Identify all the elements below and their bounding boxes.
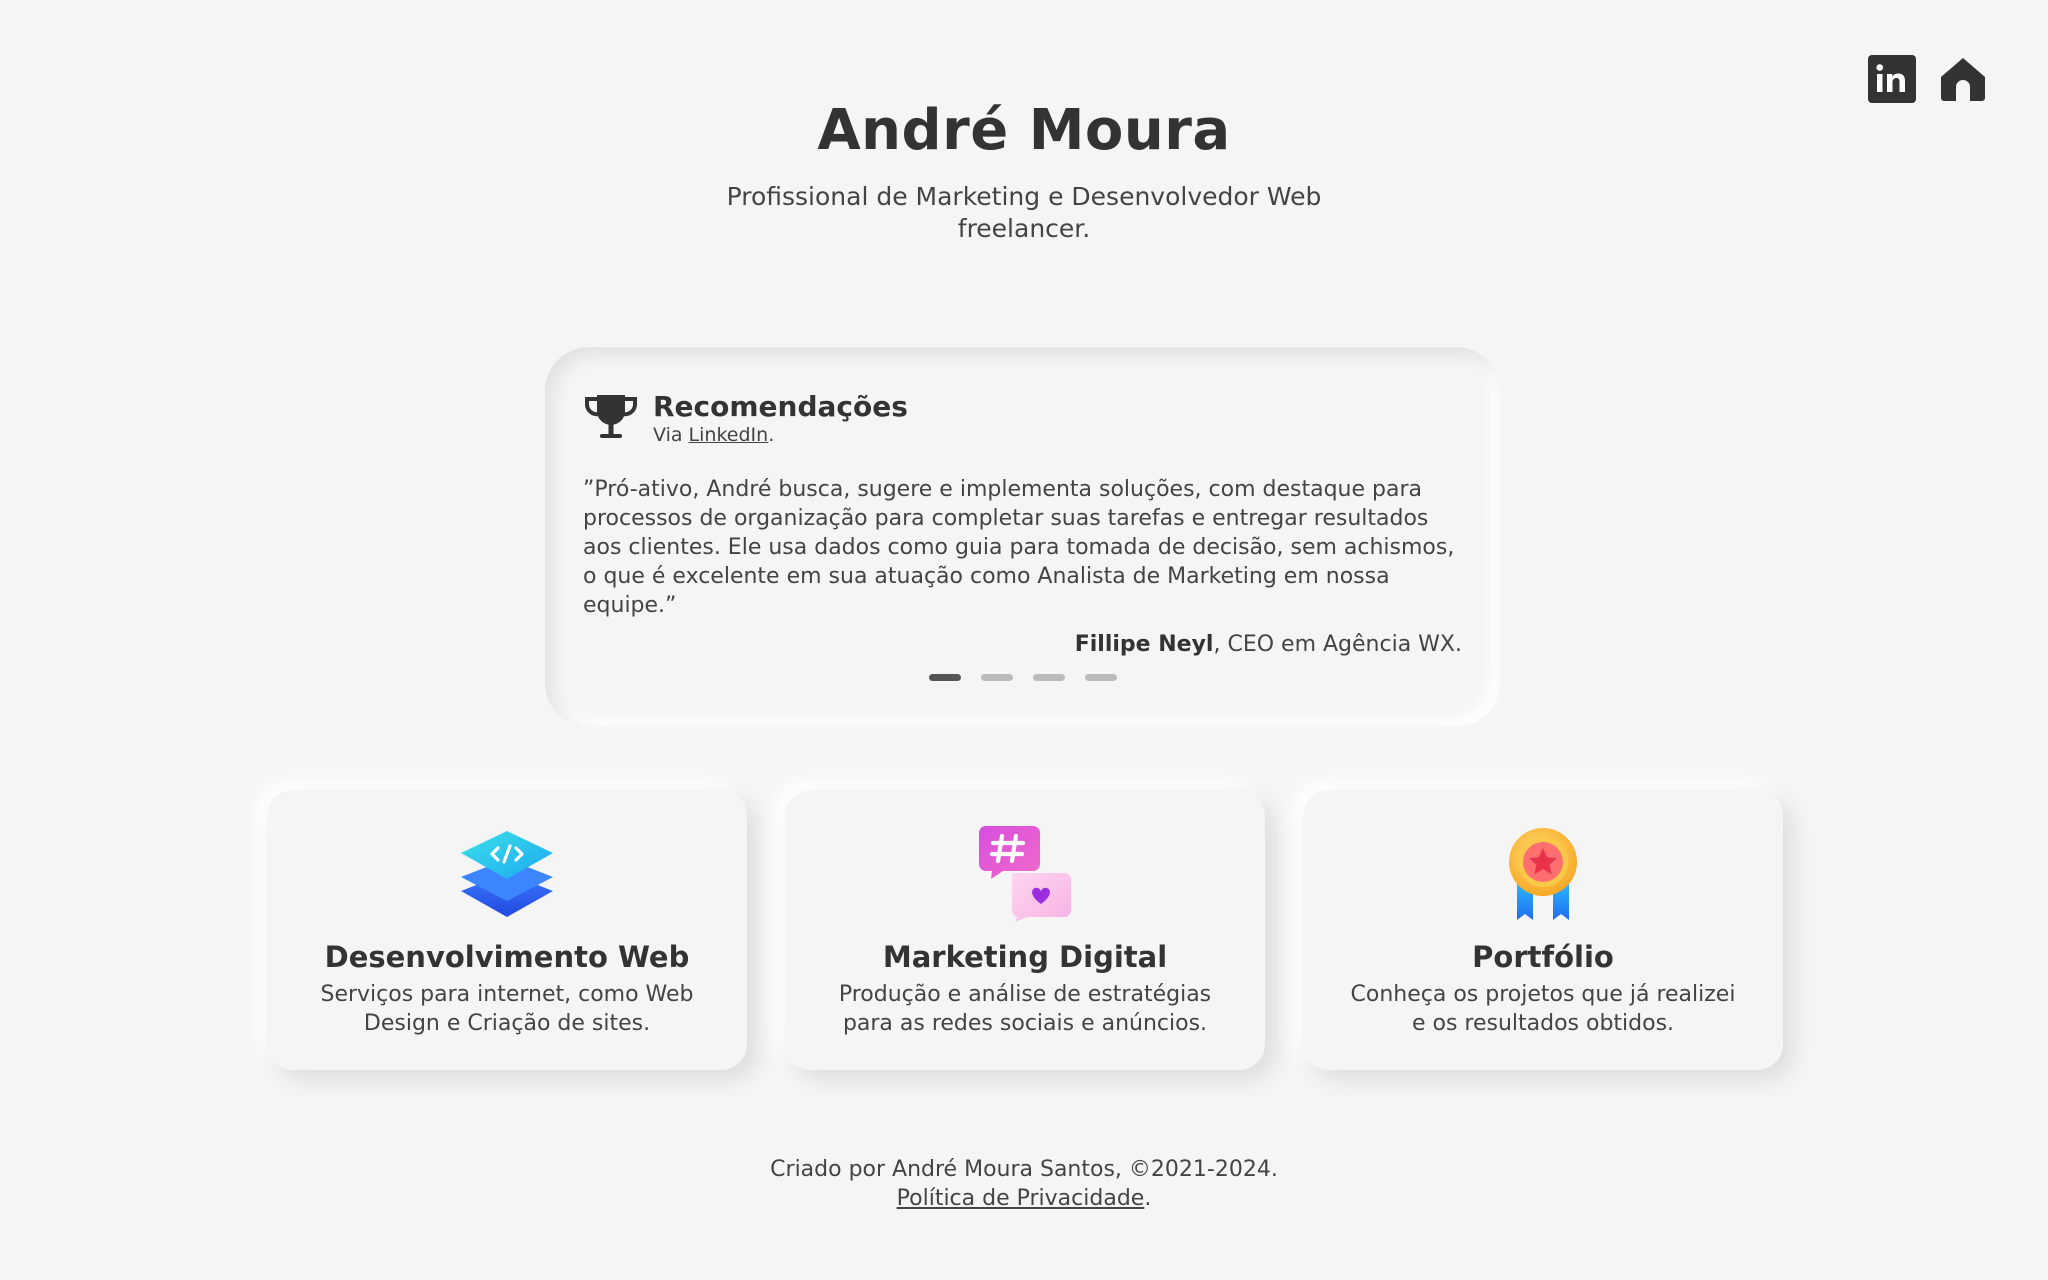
card-description: Serviços para internet, como Web Design … — [320, 982, 694, 1036]
privacy-policy-link[interactable]: Política de Privacidade — [897, 1186, 1145, 1211]
recommendation-author: Fillipe Neyl, CEO em Agência WX. — [583, 632, 1462, 657]
card-digital-marketing[interactable]: Marketing Digital Produção e análise de … — [785, 790, 1265, 1070]
page-title: André Moura — [817, 98, 1231, 163]
carousel-dot-2[interactable] — [980, 674, 1013, 681]
trophy-icon — [585, 395, 637, 438]
linkedin-source-link[interactable]: LinkedIn — [689, 424, 769, 446]
card-web-development[interactable]: Desenvolvimento Web Serviços para intern… — [267, 790, 747, 1070]
carousel-dots — [545, 674, 1500, 681]
via-suffix: . — [768, 424, 775, 446]
privacy-suffix: . — [1144, 1186, 1152, 1211]
carousel-dot-1[interactable] — [928, 674, 961, 681]
recommendations-card: Recomendações Via LinkedIn. ”Pró-ativo, … — [545, 347, 1500, 727]
footer-credit: Criado por André Moura Santos, ©2021-202… — [770, 1157, 1278, 1182]
via-prefix: Via — [653, 424, 689, 446]
page-header: André Moura Profissional de Marketing e … — [0, 98, 2048, 245]
web-dev-icon — [461, 831, 553, 917]
recommendation-quote: ”Pró-ativo, André busca, sugere e implem… — [583, 477, 1455, 618]
medal-icon — [1509, 828, 1577, 920]
carousel-dot-4[interactable] — [1084, 674, 1117, 681]
card-portfolio[interactable]: Portfólio Conheça os projetos que já rea… — [1303, 790, 1783, 1070]
page-footer: Criado por André Moura Santos, ©2021-202… — [0, 1155, 2048, 1213]
carousel-dot-3[interactable] — [1032, 674, 1065, 681]
social-media-icon — [979, 826, 1071, 922]
linkedin-icon — [1868, 55, 1916, 103]
card-title: Marketing Digital — [882, 940, 1168, 974]
card-title: Portfólio — [1472, 940, 1614, 974]
services-cards: Desenvolvimento Web Serviços para intern… — [267, 790, 1783, 1070]
tagline: Profissional de Marketing e Desenvolvedo… — [726, 182, 1322, 243]
author-role: , CEO em Agência WX. — [1213, 632, 1462, 657]
card-title: Desenvolvimento Web — [324, 940, 690, 974]
card-description: Conheça os projetos que já realizei e os… — [1350, 982, 1736, 1036]
recommendations-source: Via LinkedIn. — [653, 423, 908, 447]
recommendations-header: Recomendações Via LinkedIn. — [583, 383, 1462, 447]
recommendations-heading: Recomendações Via LinkedIn. — [653, 383, 908, 447]
home-icon — [1941, 58, 1985, 101]
card-description: Produção e análise de estratégias para a… — [838, 982, 1212, 1036]
footer-links: Política de Privacidade. — [0, 1184, 2048, 1213]
author-name: Fillipe Neyl — [1074, 632, 1214, 657]
recommendations-title: Recomendações — [653, 390, 908, 423]
